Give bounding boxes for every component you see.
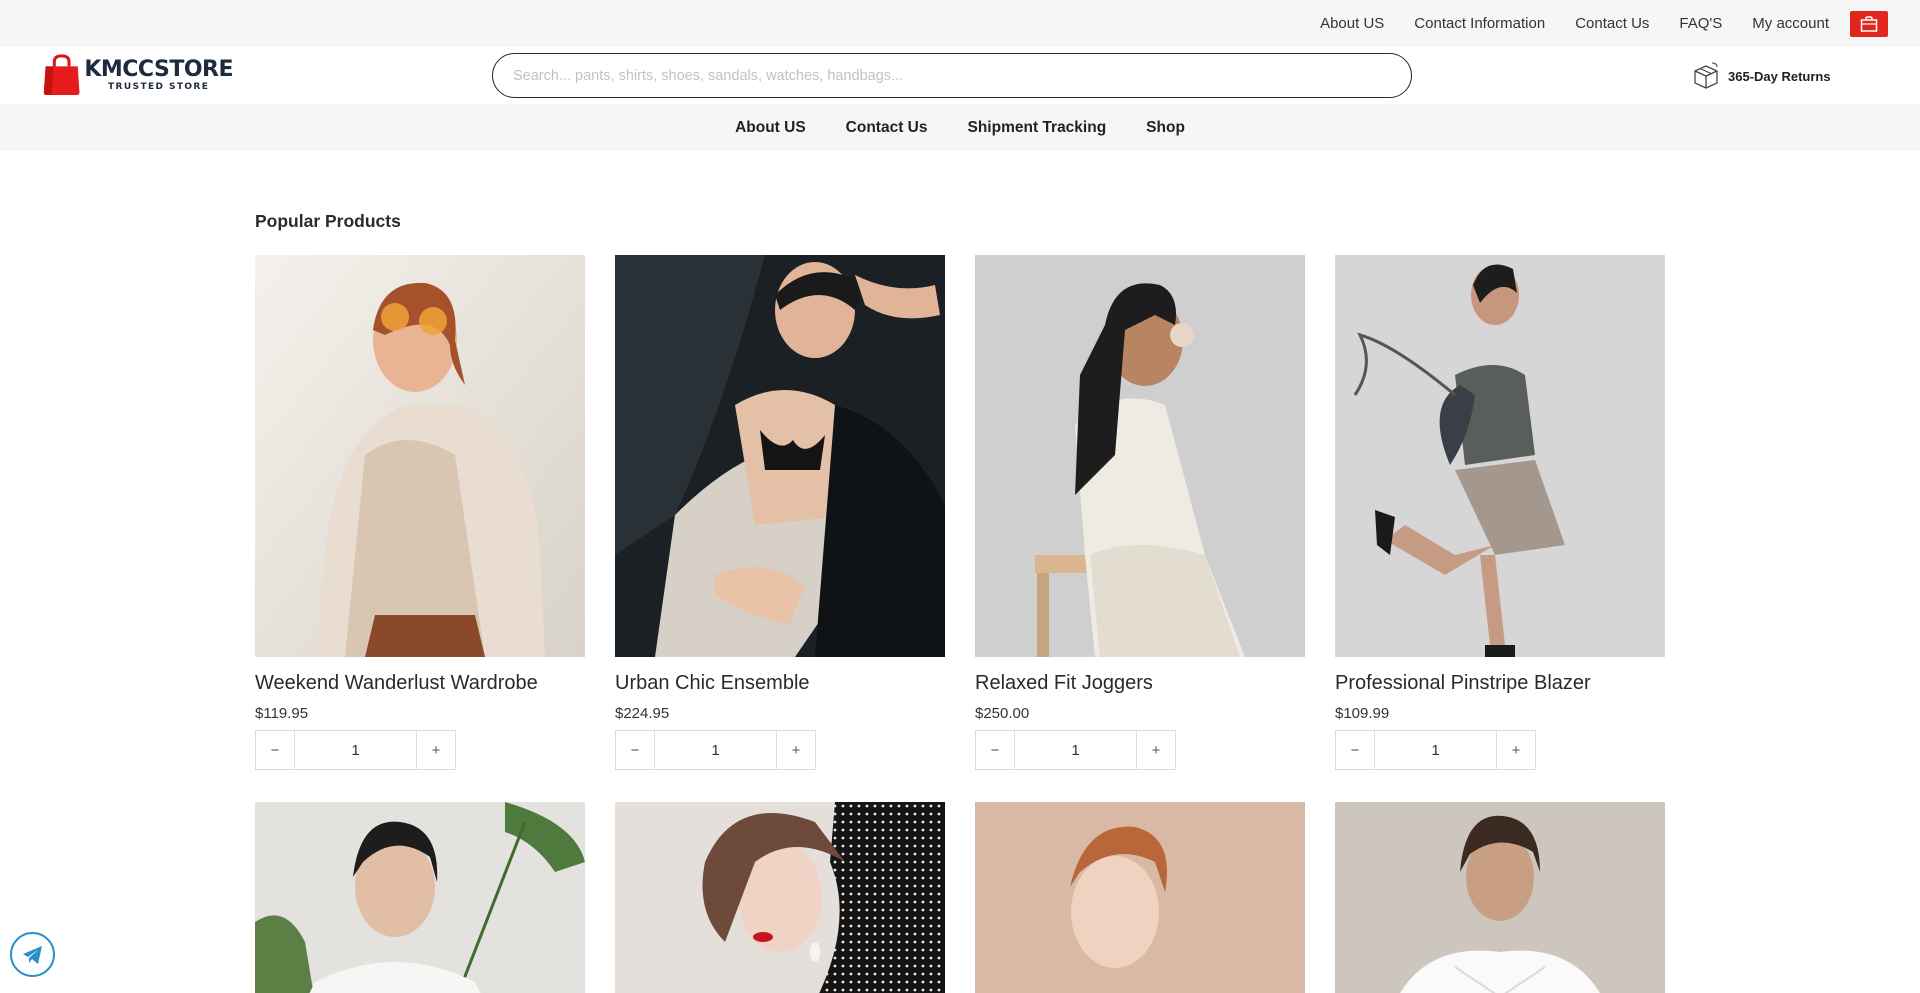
- quantity-increase-button[interactable]: +: [416, 730, 456, 770]
- top-nav: About US Contact Information Contact Us …: [1290, 0, 1888, 47]
- product-card: Urban Chic Ensemble $224.95 − 1 +: [615, 255, 945, 770]
- topnav-contact-information[interactable]: Contact Information: [1414, 15, 1545, 32]
- quantity-value[interactable]: 1: [655, 730, 776, 770]
- section-title: Popular Products: [255, 211, 401, 231]
- telegram-icon: [22, 945, 42, 964]
- cart-button[interactable]: [1850, 10, 1888, 37]
- mainnav-about-us[interactable]: About US: [735, 119, 806, 137]
- quantity-decrease-button[interactable]: −: [615, 730, 655, 770]
- top-bar: About US Contact Information Contact Us …: [0, 0, 1920, 47]
- product-name[interactable]: Relaxed Fit Joggers: [975, 672, 1305, 695]
- product-name[interactable]: Urban Chic Ensemble: [615, 672, 945, 695]
- quantity-decrease-button[interactable]: −: [975, 730, 1015, 770]
- quantity-decrease-button[interactable]: −: [255, 730, 295, 770]
- returns-badge: 365-Day Returns: [1692, 59, 1831, 93]
- quantity-stepper: − 1 +: [255, 730, 585, 770]
- quantity-stepper: − 1 +: [615, 730, 945, 770]
- logo-tagline: TRUSTED STORE: [108, 81, 210, 92]
- product-card: [255, 802, 585, 993]
- product-image[interactable]: [1335, 802, 1665, 993]
- mainnav-shop[interactable]: Shop: [1146, 119, 1185, 137]
- product-name[interactable]: Weekend Wanderlust Wardrobe: [255, 672, 585, 695]
- store-logo[interactable]: KMCCSTORE TRUSTED STORE: [43, 50, 233, 100]
- product-image[interactable]: [255, 255, 585, 657]
- shopping-bag-icon: [1860, 15, 1878, 32]
- header: KMCCSTORE TRUSTED STORE 365-Day Returns: [0, 47, 1920, 104]
- topnav-contact-us[interactable]: Contact Us: [1575, 15, 1649, 32]
- quantity-stepper: − 1 +: [1335, 730, 1665, 770]
- product-card: Relaxed Fit Joggers $250.00 − 1 +: [975, 255, 1305, 770]
- logo-name: KMCCSTORE: [84, 56, 233, 82]
- product-price: $250.00: [975, 705, 1030, 722]
- topnav-faqs[interactable]: FAQ'S: [1679, 15, 1722, 32]
- box-return-icon: [1694, 62, 1718, 89]
- product-card: [975, 802, 1305, 993]
- product-name[interactable]: Professional Pinstripe Blazer: [1335, 672, 1665, 695]
- returns-label: 365-Day Returns: [1728, 68, 1831, 84]
- search-input[interactable]: [492, 53, 1412, 98]
- quantity-stepper: − 1 +: [975, 730, 1305, 770]
- logo-text: KMCCSTORE TRUSTED STORE: [84, 56, 233, 93]
- product-card: [615, 802, 945, 993]
- telegram-chat-button[interactable]: [10, 932, 55, 977]
- quantity-value[interactable]: 1: [1375, 730, 1496, 770]
- mainnav-contact-us[interactable]: Contact Us: [846, 119, 928, 137]
- product-price: $119.95: [255, 705, 309, 722]
- product-image[interactable]: [975, 255, 1305, 657]
- quantity-increase-button[interactable]: +: [1136, 730, 1176, 770]
- product-image[interactable]: [1335, 255, 1665, 657]
- product-card: [1335, 802, 1665, 993]
- quantity-increase-button[interactable]: +: [776, 730, 816, 770]
- product-price: $224.95: [615, 705, 670, 722]
- product-image[interactable]: [615, 255, 945, 657]
- quantity-value[interactable]: 1: [1015, 730, 1136, 770]
- mainnav-shipment-tracking[interactable]: Shipment Tracking: [968, 119, 1107, 137]
- topnav-about-us[interactable]: About US: [1320, 15, 1384, 32]
- quantity-value[interactable]: 1: [295, 730, 416, 770]
- quantity-increase-button[interactable]: +: [1496, 730, 1536, 770]
- product-image[interactable]: [255, 802, 585, 993]
- product-card: Professional Pinstripe Blazer $109.99 − …: [1335, 255, 1665, 770]
- main-nav: About US Contact Us Shipment Tracking Sh…: [0, 104, 1920, 151]
- product-image[interactable]: [975, 802, 1305, 993]
- product-image[interactable]: [615, 802, 945, 993]
- topnav-my-account[interactable]: My account: [1752, 15, 1829, 32]
- logo-bag-icon: [43, 54, 80, 95]
- product-price: $109.99: [1335, 705, 1390, 722]
- product-card: Weekend Wanderlust Wardrobe $119.95 − 1 …: [255, 255, 585, 770]
- quantity-decrease-button[interactable]: −: [1335, 730, 1375, 770]
